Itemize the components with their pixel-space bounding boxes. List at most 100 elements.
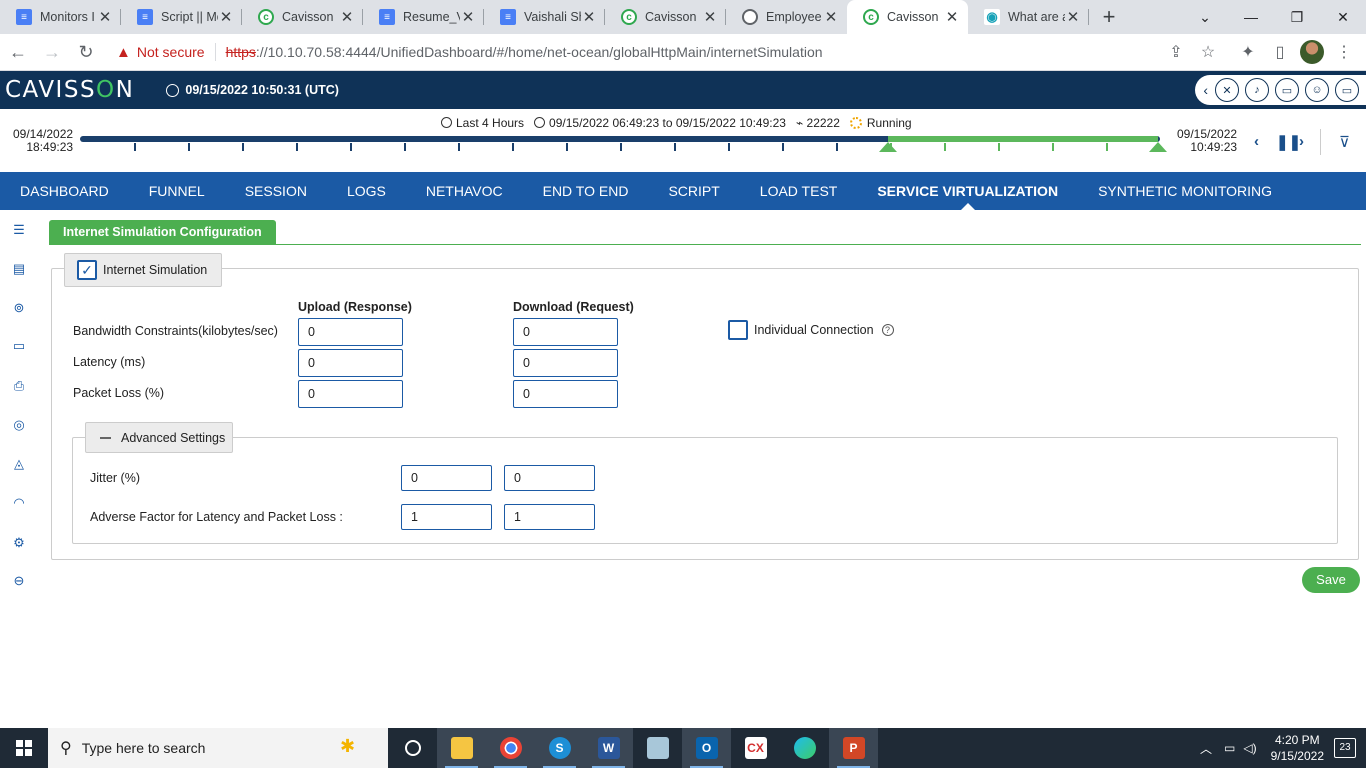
jitter-download-input[interactable]: 0 xyxy=(504,465,595,491)
restore-icon[interactable]: ❐ xyxy=(1274,0,1320,34)
tab-internet-simulation-config[interactable]: Internet Simulation Configuration xyxy=(49,220,276,244)
close-tab-icon[interactable]: ✕ xyxy=(97,8,113,26)
advanced-settings-toggle[interactable]: Advanced Settings xyxy=(85,422,233,453)
browser-tab[interactable]: ◉ What are a ✕ xyxy=(968,0,1089,34)
help-icon[interactable]: ? xyxy=(881,324,894,336)
speedometer-icon[interactable]: ◠ xyxy=(10,494,28,512)
close-window-icon[interactable]: ✕ xyxy=(1320,0,1366,34)
browser-tab[interactable]: c Cavisson ✕ xyxy=(605,0,726,34)
nav-synthetic-monitoring[interactable]: SYNTHETIC MONITORING xyxy=(1078,172,1292,210)
individual-connection-checkbox[interactable] xyxy=(728,320,748,340)
reload-icon[interactable]: ↻ xyxy=(70,36,102,68)
internet-simulation-toggle[interactable]: ✓ Internet Simulation xyxy=(64,253,222,287)
storage-icon[interactable]: ▭ xyxy=(1275,78,1299,102)
adverse-download-input[interactable]: 1 xyxy=(504,504,595,530)
browser-tab[interactable]: ≡ Monitors I ✕ xyxy=(0,0,121,34)
tools-icon[interactable]: ✕ xyxy=(1215,78,1239,102)
bookmark-star-icon[interactable]: ☆ xyxy=(1192,36,1224,68)
lock-icon[interactable]: ⊚ xyxy=(10,299,28,317)
taskbar-search[interactable]: ⚲ Type here to search ✱ xyxy=(48,728,388,768)
back-circle-icon[interactable]: ⊖ xyxy=(10,572,28,590)
nav-script[interactable]: SCRIPT xyxy=(648,172,739,210)
forward-icon[interactable]: → xyxy=(36,36,68,68)
close-tab-icon[interactable]: ✕ xyxy=(823,8,839,26)
time-range-preset[interactable]: Last 4 Hours xyxy=(441,116,524,130)
filter-icon[interactable]: ⊽ xyxy=(1339,133,1350,151)
range-start-handle[interactable] xyxy=(879,142,897,152)
packet-loss-upload-input[interactable]: 0 xyxy=(298,380,403,408)
browser-tab[interactable]: c Cavisson ✕ xyxy=(242,0,363,34)
nav-funnel[interactable]: FUNNEL xyxy=(129,172,225,210)
close-tab-icon[interactable]: ✕ xyxy=(1065,8,1081,26)
monitor-icon[interactable]: ▭ xyxy=(1335,78,1359,102)
notification-icon[interactable]: 23 xyxy=(1334,738,1356,758)
desktop-icon[interactable]: ▭ xyxy=(10,337,28,355)
printer-icon[interactable]: ⎙ xyxy=(10,377,28,395)
nav-service-virtualization[interactable]: SERVICE VIRTUALIZATION xyxy=(857,172,1078,210)
nav-logs[interactable]: LOGS xyxy=(327,172,406,210)
word-icon[interactable]: W xyxy=(584,728,633,768)
skype-icon[interactable]: S xyxy=(535,728,584,768)
bandwidth-download-input[interactable]: 0 xyxy=(513,318,618,346)
browser-tab[interactable]: Employee ✕ xyxy=(726,0,847,34)
close-tab-icon[interactable]: ✕ xyxy=(339,8,355,26)
close-tab-icon[interactable]: ✕ xyxy=(218,8,234,26)
save-button[interactable]: Save xyxy=(1302,567,1360,593)
start-button[interactable] xyxy=(0,728,48,768)
packet-loss-download-input[interactable]: 0 xyxy=(513,380,618,408)
nav-dashboard[interactable]: DASHBOARD xyxy=(0,172,129,210)
latency-upload-input[interactable]: 0 xyxy=(298,349,403,377)
url-input[interactable]: ▲ Not secure https://10.10.70.58:4444/Un… xyxy=(108,37,1160,67)
new-tab-button[interactable]: + xyxy=(1089,0,1129,34)
extensions-icon[interactable]: ✦ xyxy=(1232,36,1264,68)
nav-end-to-end[interactable]: END TO END xyxy=(523,172,649,210)
nav-load-test[interactable]: LOAD TEST xyxy=(740,172,858,210)
nav-session[interactable]: SESSION xyxy=(225,172,327,210)
outlook-icon[interactable]: O xyxy=(682,728,731,768)
cavisson-app-icon[interactable]: CX xyxy=(731,728,780,768)
range-end-handle[interactable] xyxy=(1149,142,1167,152)
browser-tab[interactable]: ≡ Script || Mo ✕ xyxy=(121,0,242,34)
taskbar-clock[interactable]: 4:20 PM 9/15/2022 xyxy=(1271,732,1324,764)
powerpoint-icon[interactable]: P xyxy=(829,728,878,768)
latency-download-input[interactable]: 0 xyxy=(513,349,618,377)
battery-icon[interactable]: ▭ xyxy=(1224,741,1235,755)
not-secure-label[interactable]: Not secure xyxy=(137,44,205,60)
browser-tab-active[interactable]: c Cavisson ✕ xyxy=(847,0,968,34)
globe-settings-icon[interactable]: ◎ xyxy=(10,416,28,434)
bandwidth-upload-input[interactable]: 0 xyxy=(298,318,403,346)
individual-connection[interactable]: Individual Connection ? xyxy=(728,320,894,340)
chrome-icon[interactable] xyxy=(486,728,535,768)
notes-app-icon[interactable] xyxy=(633,728,682,768)
more-menu-icon[interactable]: ⋮ xyxy=(1328,36,1360,68)
task-view-icon[interactable] xyxy=(388,728,437,768)
close-tab-icon[interactable]: ✕ xyxy=(944,8,960,26)
share-icon[interactable]: ⇪ xyxy=(1160,36,1192,68)
minimize-icon[interactable]: — xyxy=(1228,0,1274,34)
list-settings-icon[interactable]: ☰ xyxy=(10,221,28,239)
file-explorer-icon[interactable] xyxy=(437,728,486,768)
tray-chevron-icon[interactable]: ︿ xyxy=(1200,740,1212,757)
clipboard-icon[interactable]: ▤ xyxy=(10,260,28,278)
chevron-left-icon[interactable]: ‹ xyxy=(1203,82,1208,98)
navigation-icon[interactable]: ◬ xyxy=(10,455,28,473)
side-panel-icon[interactable]: ▯ xyxy=(1264,36,1296,68)
back-icon[interactable]: ← xyxy=(2,36,34,68)
pause-icon[interactable]: ❚❚ xyxy=(1276,133,1301,151)
adverse-upload-input[interactable]: 1 xyxy=(401,504,492,530)
close-tab-icon[interactable]: ✕ xyxy=(460,8,476,26)
network-icon[interactable]: ⚙ xyxy=(10,534,28,552)
user-icon[interactable]: ☺ xyxy=(1305,78,1329,102)
selected-range[interactable] xyxy=(888,136,1158,142)
close-tab-icon[interactable]: ✕ xyxy=(702,8,718,26)
next-icon[interactable]: › xyxy=(1299,133,1304,150)
prev-icon[interactable]: ‹ xyxy=(1254,133,1259,150)
profile-avatar[interactable] xyxy=(1296,36,1328,68)
close-tab-icon[interactable]: ✕ xyxy=(581,8,597,26)
internet-simulation-checkbox[interactable]: ✓ xyxy=(77,260,97,280)
nav-nethavoc[interactable]: NETHAVOC xyxy=(406,172,523,210)
volume-icon[interactable]: ◁) xyxy=(1243,741,1256,755)
tab-search-icon[interactable]: ⌄ xyxy=(1182,0,1228,34)
jitter-upload-input[interactable]: 0 xyxy=(401,465,492,491)
edge-icon[interactable] xyxy=(780,728,829,768)
